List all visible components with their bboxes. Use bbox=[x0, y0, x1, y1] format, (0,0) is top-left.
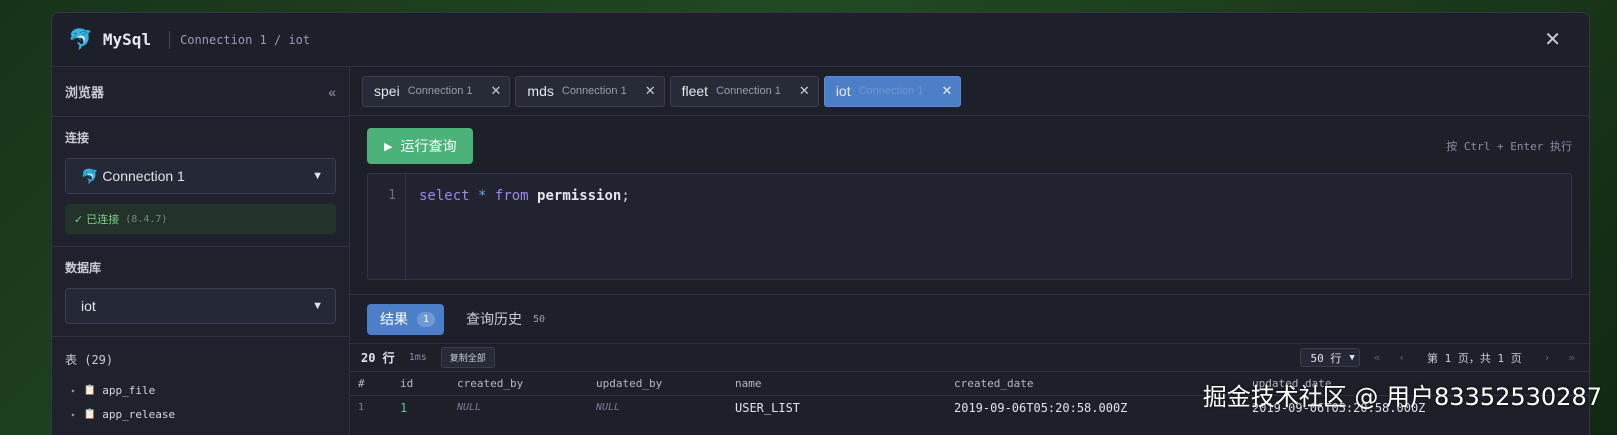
keyword-select: select bbox=[419, 188, 470, 204]
pagination: 50 行 ▼ « ‹ 第 1 页，共 1 页 › » bbox=[1300, 348, 1579, 367]
connection-status: ✓ 已连接 (8.4.7) bbox=[65, 204, 336, 234]
tab-fleet[interactable]: fleet Connection 1 ✕ bbox=[669, 75, 819, 107]
close-tab-icon[interactable]: ✕ bbox=[799, 83, 810, 99]
chevron-down-icon: ▼ bbox=[1349, 352, 1355, 363]
results-count-badge: 1 bbox=[417, 311, 436, 327]
table-name: app_release bbox=[102, 407, 176, 421]
sidebar-title: 浏览器 bbox=[65, 85, 105, 100]
database-section: 数据库 iot ▼ bbox=[52, 247, 349, 337]
play-icon: ▶ bbox=[384, 140, 393, 153]
table-icon: 📋 bbox=[83, 408, 97, 420]
page-size-select[interactable]: 50 行 ▼ bbox=[1300, 348, 1360, 367]
breadcrumb: Connection 1 / iot bbox=[180, 32, 311, 47]
prev-page-button[interactable]: ‹ bbox=[1394, 351, 1409, 364]
tab-name: iot bbox=[835, 83, 851, 99]
close-tab-icon[interactable]: ✕ bbox=[645, 83, 656, 99]
first-page-button[interactable]: « bbox=[1370, 351, 1385, 364]
tab-mds[interactable]: mds Connection 1 ✕ bbox=[515, 75, 665, 107]
editor-area: ▶ 运行查询 按 Ctrl + Enter 执行 1 select * from… bbox=[350, 116, 1589, 295]
database-label: 数据库 bbox=[65, 261, 102, 275]
database-select-value: iot bbox=[81, 298, 96, 314]
sql-code[interactable]: select * from permission; bbox=[406, 174, 643, 279]
collapse-icon[interactable]: « bbox=[328, 84, 336, 100]
expand-arrow-icon[interactable]: ▸ bbox=[71, 386, 76, 395]
watermark: 掘金技术社区 @ 用户83352530287 bbox=[1202, 383, 1602, 411]
tab-connection: Connection 1 bbox=[561, 85, 627, 97]
tab-connection: Connection 1 bbox=[407, 85, 473, 97]
table-icon: 📋 bbox=[83, 384, 97, 396]
tab-name: fleet bbox=[681, 83, 709, 99]
run-query-label: 运行查询 bbox=[400, 138, 457, 154]
chevron-down-icon: ▼ bbox=[312, 300, 323, 312]
identifier-table: permission bbox=[537, 188, 622, 204]
connection-label: 连接 bbox=[65, 131, 90, 145]
column-header[interactable]: updated_by bbox=[588, 371, 727, 396]
last-page-button[interactable]: » bbox=[1564, 351, 1579, 364]
database-select[interactable]: iot ▼ bbox=[65, 288, 336, 324]
tab-connection: Connection 1 bbox=[716, 85, 781, 97]
status-version: (8.4.7) bbox=[125, 213, 168, 225]
column-header[interactable]: # bbox=[350, 371, 392, 396]
result-tabs: 结果 1 查询历史 50 bbox=[350, 295, 1589, 344]
query-tabs: spei Connection 1 ✕ mds Connection 1 ✕ f… bbox=[350, 67, 1589, 116]
row-count: 20 行 bbox=[361, 351, 395, 365]
connection-section: 连接 🐬 Connection 1 ▼ ✓ 已连接 (8.4.7) bbox=[52, 117, 349, 247]
column-header[interactable]: created_by bbox=[449, 371, 588, 396]
tab-name: spei bbox=[374, 83, 400, 99]
sidebar-header: 浏览器 « bbox=[52, 67, 349, 117]
status-text: ✓ 已连接 bbox=[74, 214, 120, 226]
cell-created-date[interactable]: 2019-09-06T05:20:58.000Z bbox=[946, 396, 1244, 420]
table-item[interactable]: ▸ 📋 app_release bbox=[52, 402, 349, 426]
line-number: 1 bbox=[368, 174, 406, 279]
results-toolbar: 20 行 1ms 复制全部 50 行 ▼ « ‹ 第 1 页，共 1 页 › » bbox=[350, 344, 1589, 371]
tab-results-label: 结果 bbox=[380, 311, 408, 327]
run-query-button[interactable]: ▶ 运行查询 bbox=[367, 128, 474, 164]
expand-arrow-icon[interactable]: ▸ bbox=[71, 410, 76, 419]
sidebar: 浏览器 « 连接 🐬 Connection 1 ▼ ✓ 已连接 (8.4.7) … bbox=[52, 67, 350, 435]
tab-history-label: 查询历史 bbox=[466, 311, 523, 327]
tables-header: 表 (29) bbox=[65, 353, 114, 367]
mysql-window: 🐬 MySql Connection 1 / iot ✕ 浏览器 « 连接 🐬 … bbox=[51, 12, 1590, 435]
cell-name[interactable]: USER_LIST bbox=[727, 396, 946, 420]
dolphin-icon: 🐬 bbox=[68, 29, 93, 51]
column-header[interactable]: created_date bbox=[946, 371, 1244, 396]
close-tab-icon[interactable]: ✕ bbox=[491, 83, 502, 99]
connection-select[interactable]: 🐬 Connection 1 ▼ bbox=[65, 158, 336, 194]
sql-editor[interactable]: 1 select * from permission; bbox=[367, 173, 1572, 280]
tab-history[interactable]: 查询历史 50 bbox=[453, 304, 560, 335]
cell-id[interactable]: 1 bbox=[392, 396, 449, 420]
keyword-from: from bbox=[494, 188, 529, 204]
query-time: 1ms bbox=[408, 352, 427, 363]
operator-star: * bbox=[478, 188, 487, 204]
connection-select-value: 🐬 Connection 1 bbox=[81, 167, 185, 184]
chevron-down-icon: ▼ bbox=[312, 170, 323, 182]
row-number: 1 bbox=[358, 402, 365, 414]
title-divider bbox=[169, 30, 171, 49]
tab-spei[interactable]: spei Connection 1 ✕ bbox=[362, 75, 511, 107]
page-size-value: 50 行 bbox=[1310, 351, 1342, 365]
page-info: 第 1 页，共 1 页 bbox=[1427, 351, 1522, 365]
shortcut-hint: 按 Ctrl + Enter 执行 bbox=[1446, 140, 1572, 153]
tab-name: mds bbox=[527, 83, 554, 99]
close-tab-icon[interactable]: ✕ bbox=[941, 83, 952, 99]
app-name: MySql bbox=[102, 30, 152, 49]
semicolon: ; bbox=[621, 188, 630, 204]
cell-created-by[interactable]: NULL bbox=[449, 396, 588, 420]
titlebar: 🐬 MySql Connection 1 / iot ✕ bbox=[52, 13, 1589, 67]
history-count-badge: 50 bbox=[533, 313, 546, 325]
column-header[interactable]: id bbox=[392, 371, 449, 396]
cell-updated-by[interactable]: NULL bbox=[588, 396, 727, 420]
tab-connection: Connection 1 bbox=[858, 85, 924, 97]
tab-iot[interactable]: iot Connection 1 ✕ bbox=[823, 75, 962, 107]
close-icon[interactable]: ✕ bbox=[1532, 27, 1573, 52]
tab-results[interactable]: 结果 1 bbox=[367, 303, 445, 335]
next-page-button[interactable]: › bbox=[1540, 351, 1555, 364]
column-header[interactable]: name bbox=[727, 371, 946, 396]
table-name: app_file bbox=[102, 383, 156, 397]
copy-all-button[interactable]: 复制全部 bbox=[440, 347, 495, 368]
table-item[interactable]: ▸ 📋 app_file bbox=[52, 378, 349, 402]
